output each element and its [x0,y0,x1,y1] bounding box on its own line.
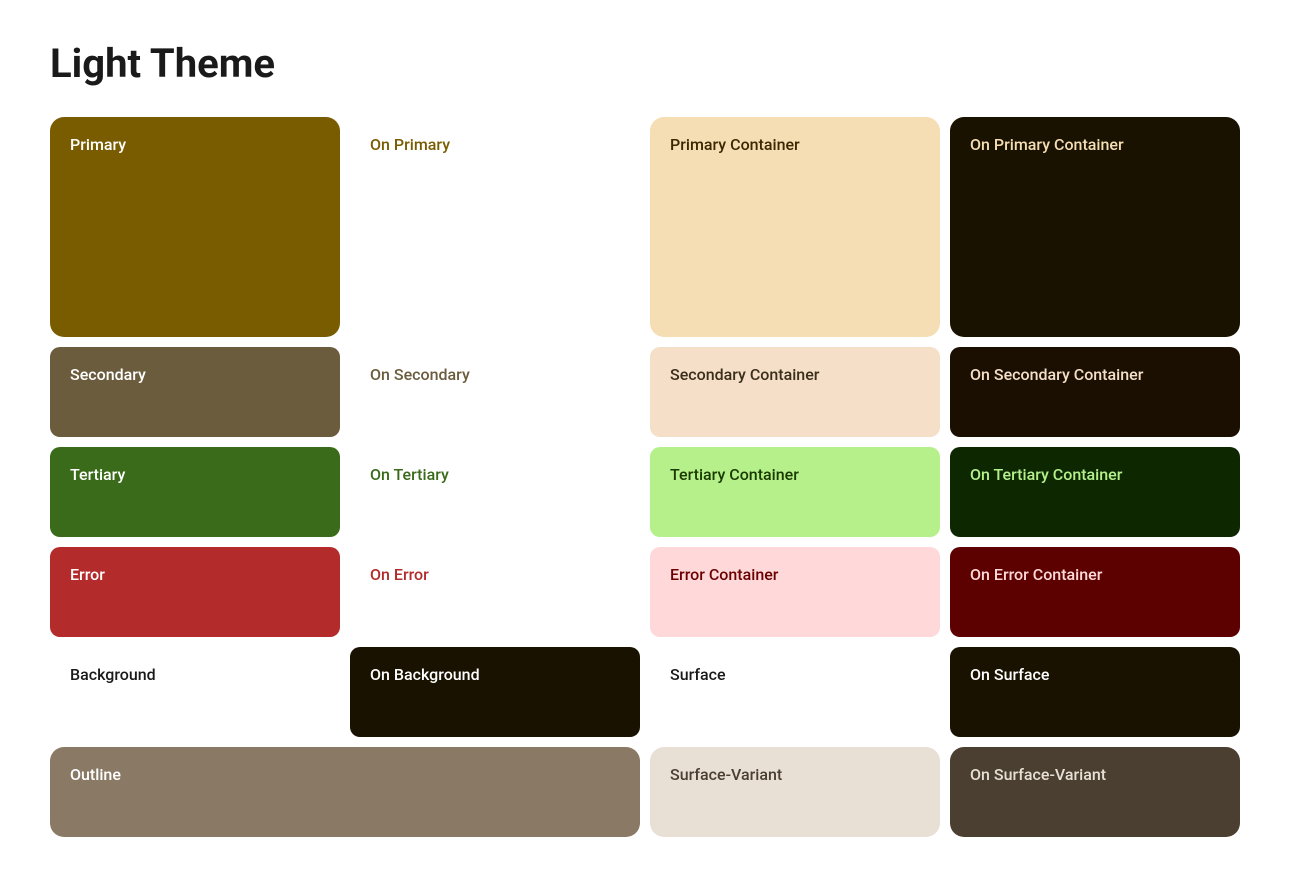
error-cell: Error [50,547,340,637]
color-grid: Primary On Primary Primary Container On Pri… [50,117,1240,837]
on-primary-container-cell: On Primary Container [950,117,1240,337]
on-surface-label: On Surface [970,665,1049,684]
on-tertiary-label: On Tertiary [370,465,449,484]
on-primary-label: On Primary [370,135,450,154]
on-tertiary-container-cell: On Tertiary Container [950,447,1240,537]
background-label: Background [70,665,156,684]
error-container-cell: Error Container [650,547,940,637]
surface-cell: Surface [650,647,940,737]
secondary-container-cell: Secondary Container [650,347,940,437]
primary-label: Primary [70,135,126,154]
on-surface-variant-cell: On Surface-Variant [950,747,1240,837]
outline-label: Outline [70,765,121,784]
on-error-container-label: On Error Container [970,565,1102,584]
on-secondary-container-cell: On Secondary Container [950,347,1240,437]
error-container-label: Error Container [670,565,778,584]
on-error-cell: On Error [350,547,640,637]
on-background-cell: On Background [350,647,640,737]
tertiary-label: Tertiary [70,465,125,484]
on-surface-cell: On Surface [950,647,1240,737]
secondary-container-label: Secondary Container [670,365,819,384]
surface-variant-cell: Surface-Variant [650,747,940,837]
secondary-label: Secondary [70,365,146,384]
on-secondary-container-label: On Secondary Container [970,365,1143,384]
page-title: Light Theme [50,40,1240,87]
outline-cell: Outline [50,747,640,837]
on-error-container-cell: On Error Container [950,547,1240,637]
secondary-cell: Secondary [50,347,340,437]
primary-cell: Primary [50,117,340,337]
on-tertiary-container-label: On Tertiary Container [970,465,1122,484]
on-error-label: On Error [370,565,429,584]
on-primary-cell: On Primary [350,117,640,337]
on-primary-container-label: On Primary Container [970,135,1124,154]
tertiary-cell: Tertiary [50,447,340,537]
surface-label: Surface [670,665,726,684]
primary-container-cell: Primary Container [650,117,940,337]
primary-container-label: Primary Container [670,135,800,154]
tertiary-container-cell: Tertiary Container [650,447,940,537]
surface-variant-label: Surface-Variant [670,765,782,784]
on-tertiary-cell: On Tertiary [350,447,640,537]
on-surface-variant-label: On Surface-Variant [970,765,1106,784]
on-background-label: On Background [370,665,480,684]
on-secondary-cell: On Secondary [350,347,640,437]
tertiary-container-label: Tertiary Container [670,465,799,484]
error-label: Error [70,565,105,584]
on-secondary-label: On Secondary [370,365,470,384]
background-cell: Background [50,647,340,737]
